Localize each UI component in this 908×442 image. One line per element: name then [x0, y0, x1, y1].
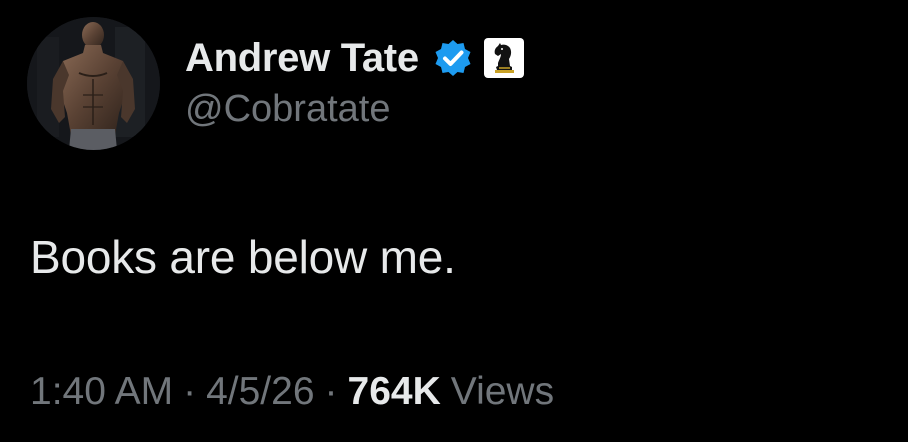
avatar-image — [27, 17, 160, 150]
meta-separator: · — [183, 370, 197, 413]
chess-knight-icon[interactable] — [483, 37, 525, 79]
tweet-card: Andrew Tate @Cobratate Books are below m… — [0, 0, 908, 442]
tweet-text: Books are below me. — [30, 231, 456, 283]
tweet-date[interactable]: 4/5/26 — [206, 370, 314, 414]
tweet-time[interactable]: 1:40 AM — [30, 370, 173, 414]
avatar[interactable] — [27, 17, 160, 150]
author-handle[interactable]: @Cobratate — [185, 88, 390, 131]
display-name[interactable]: Andrew Tate — [185, 36, 419, 81]
tweet-meta: 1:40 AM · 4/5/26 · 764K Views — [30, 370, 554, 414]
author-name-row: Andrew Tate — [185, 34, 525, 82]
views-label[interactable]: Views — [451, 370, 554, 414]
meta-separator: · — [324, 370, 338, 413]
views-count[interactable]: 764K — [348, 370, 441, 414]
verified-check-icon[interactable] — [433, 38, 473, 78]
